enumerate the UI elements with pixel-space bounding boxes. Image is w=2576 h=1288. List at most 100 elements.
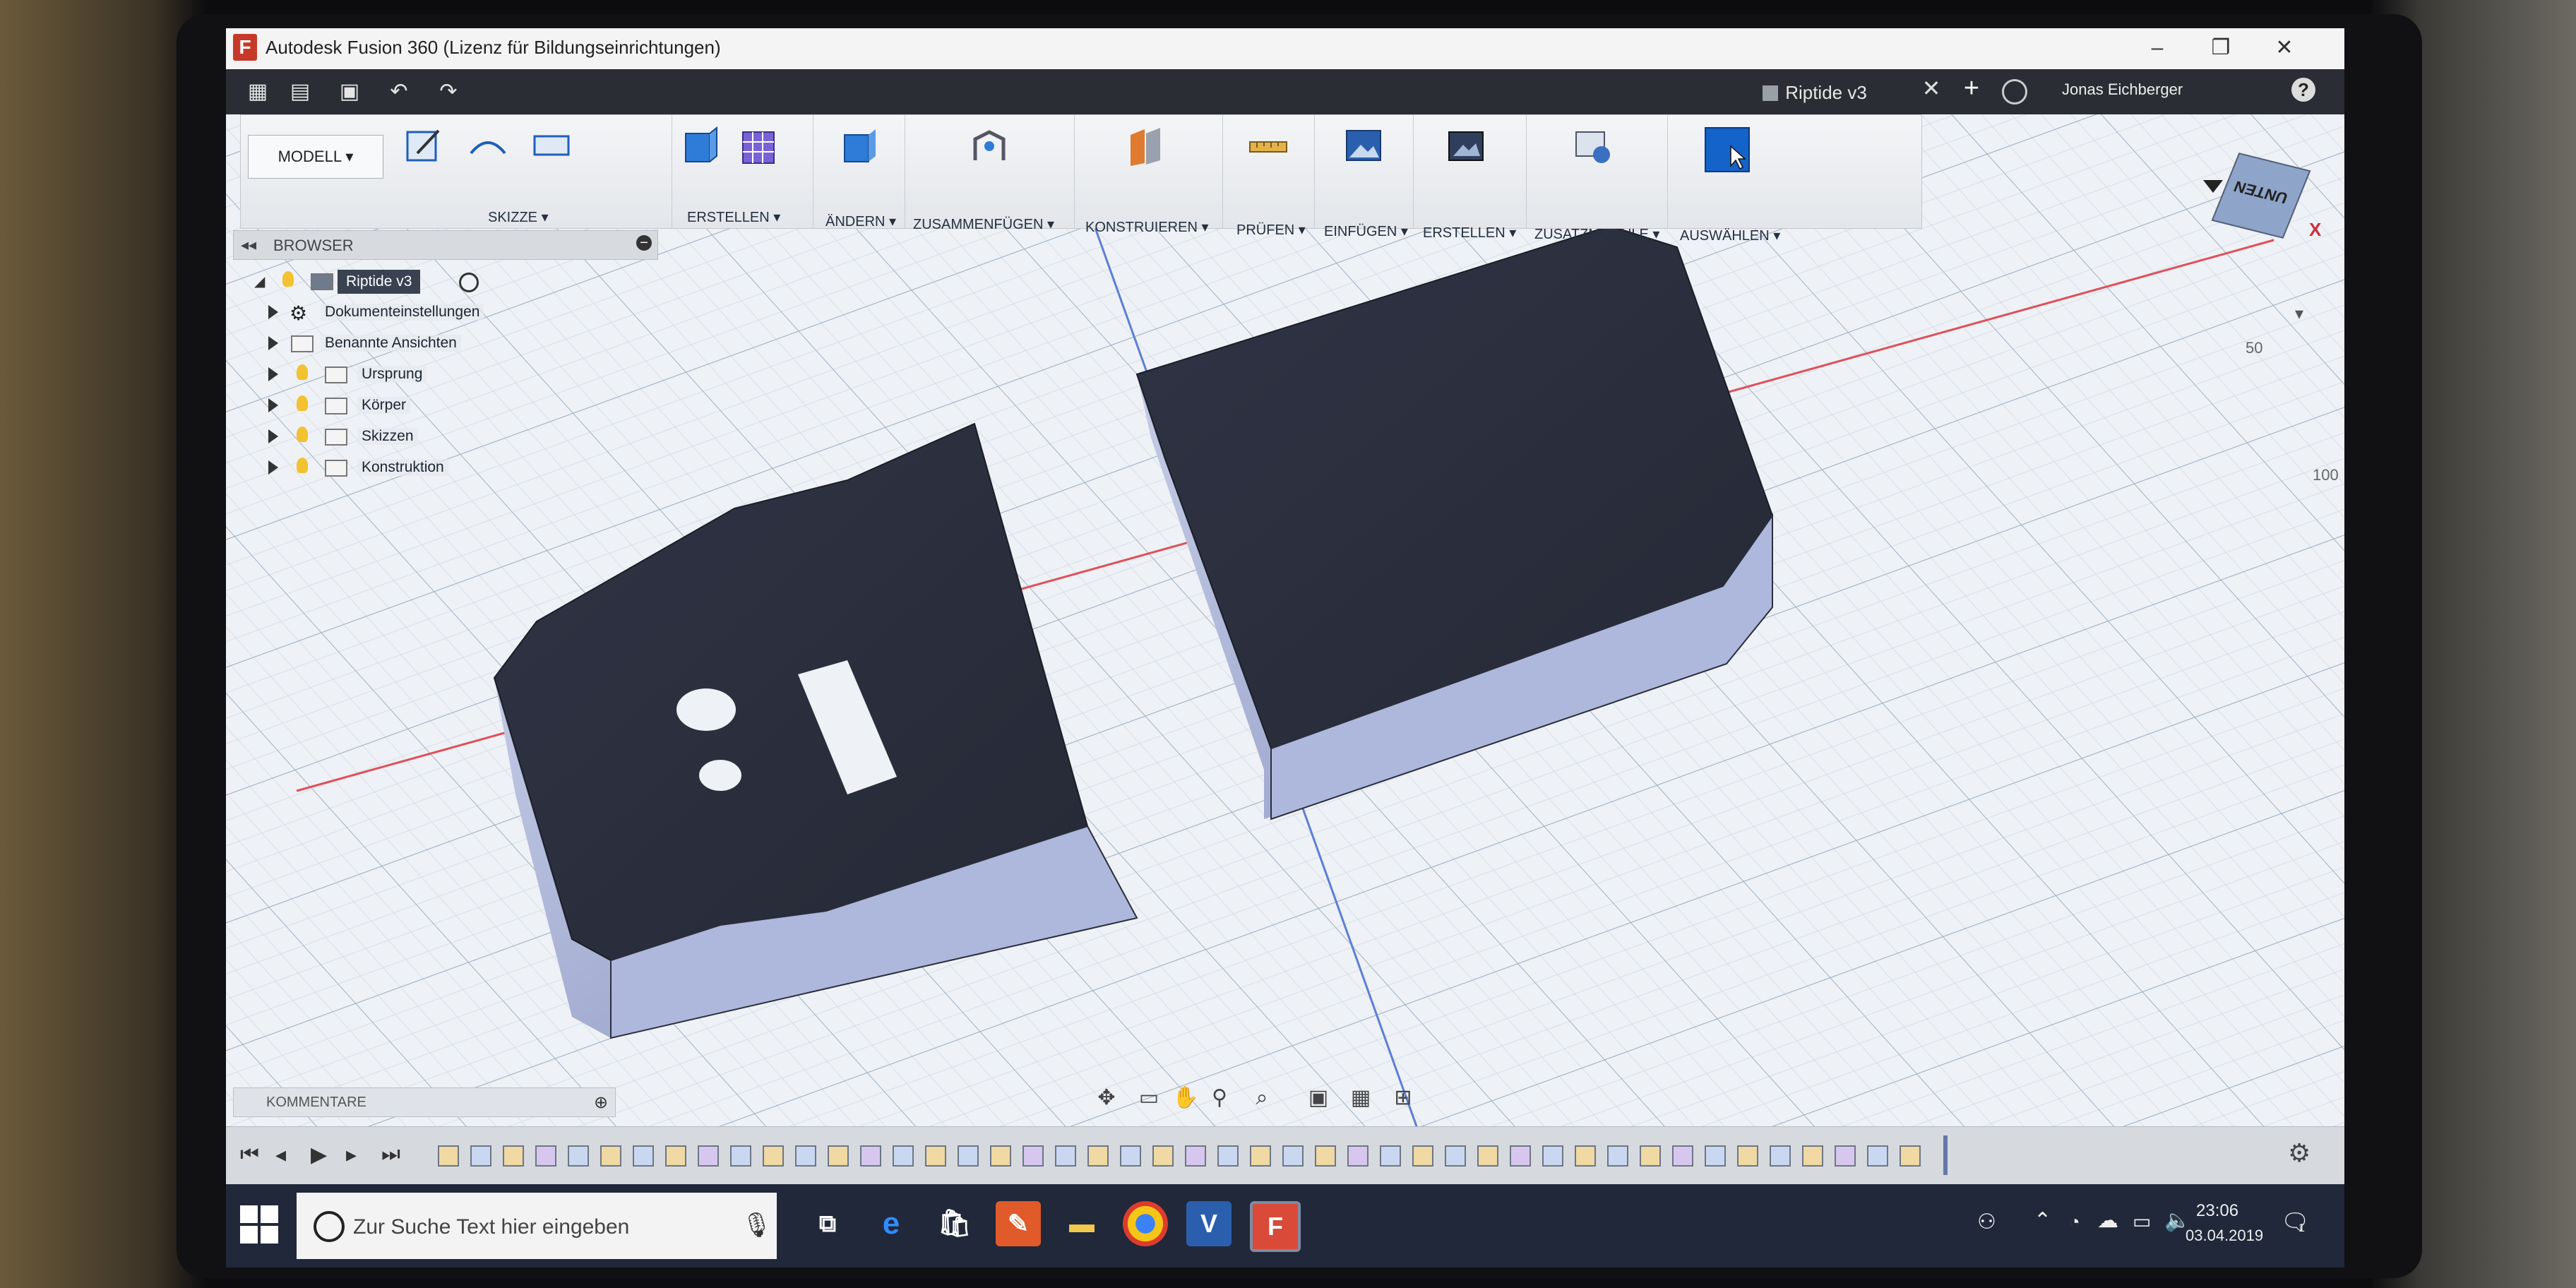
ribbon-group-select[interactable]: AUSWÄHLEN ▾: [1667, 115, 1794, 244]
look-at-icon[interactable]: ▭: [1137, 1086, 1161, 1110]
timeline-feature[interactable]: [503, 1145, 524, 1167]
timeline-feature[interactable]: [1770, 1145, 1791, 1167]
collapse-panel-icon[interactable]: ◂◂: [241, 236, 256, 254]
timeline-feature[interactable]: [568, 1145, 589, 1167]
user-name[interactable]: Jonas Eichberger: [2062, 80, 2183, 99]
timeline-feature[interactable]: [1835, 1145, 1856, 1167]
timeline-feature[interactable]: [1900, 1145, 1921, 1167]
select-cursor-icon[interactable]: [1703, 125, 1752, 174]
ribbon-group-addins[interactable]: ZUSATZMODULE ▾: [1526, 115, 1668, 242]
workspace-mode-dropdown[interactable]: MODELL ▾: [248, 135, 383, 179]
restore-button[interactable]: ❐: [2196, 31, 2246, 65]
timeline-feature[interactable]: [1185, 1145, 1206, 1167]
timeline-feature[interactable]: [1867, 1145, 1888, 1167]
timeline-feature[interactable]: [1607, 1145, 1628, 1167]
pan-hand-icon[interactable]: ✋: [1172, 1086, 1198, 1110]
ribbon-group-sketch[interactable]: SKIZZE ▾: [389, 115, 672, 228]
measure-icon[interactable]: [1247, 125, 1289, 167]
timeline-feature[interactable]: [535, 1145, 556, 1167]
timeline-feature[interactable]: [730, 1145, 751, 1167]
offset-plane-icon[interactable]: [1123, 125, 1166, 167]
timeline-feature[interactable]: [1217, 1145, 1239, 1167]
timeline-feature[interactable]: [1542, 1145, 1563, 1167]
rectangle-tool-icon[interactable]: [530, 125, 573, 167]
new-tab-plus-icon[interactable]: +: [1956, 73, 1987, 104]
timeline-feature[interactable]: [1575, 1145, 1596, 1167]
timeline-feature[interactable]: [1445, 1145, 1466, 1167]
timeline-feature[interactable]: [600, 1145, 621, 1167]
timeline-feature[interactable]: [893, 1145, 914, 1167]
timeline-feature[interactable]: [990, 1145, 1011, 1167]
browser-panel-header[interactable]: ◂◂ BROWSER −: [233, 230, 658, 260]
timeline-feature[interactable]: [1802, 1145, 1823, 1167]
ribbon-group-modify[interactable]: ÄNDERN ▾: [813, 115, 905, 229]
onedrive-cloud-icon[interactable]: ☁: [2097, 1208, 2118, 1233]
orbit-icon[interactable]: ✥: [1095, 1086, 1119, 1110]
render-icon[interactable]: [1445, 125, 1487, 167]
microphone-icon[interactable]: 🎙: [741, 1211, 772, 1239]
close-window-button[interactable]: ✕: [2260, 31, 2309, 65]
tree-item-sketches[interactable]: Skizzen: [268, 422, 692, 451]
insert-image-icon[interactable]: [1342, 125, 1385, 167]
tree-item-named-views[interactable]: Benannte Ansichten: [268, 329, 692, 357]
timeline-feature[interactable]: [665, 1145, 686, 1167]
timeline-settings-gear-icon[interactable]: ⚙: [2288, 1138, 2310, 1168]
visibility-bulb-icon[interactable]: [297, 364, 308, 380]
timeline-marker[interactable]: [1943, 1135, 1948, 1175]
timeline-next-icon[interactable]: ▸: [346, 1143, 357, 1167]
viewports-icon[interactable]: ⊞: [1391, 1086, 1415, 1110]
timeline-feature[interactable]: [1477, 1145, 1498, 1167]
timeline-feature[interactable]: [763, 1145, 784, 1167]
undo-icon[interactable]: ↶: [381, 76, 417, 107]
timeline-feature[interactable]: [698, 1145, 719, 1167]
visibility-bulb-icon[interactable]: [282, 271, 294, 287]
ribbon-group-make[interactable]: ERSTELLEN ▾: [1413, 115, 1527, 241]
timeline-feature[interactable]: [1510, 1145, 1531, 1167]
expand-arrow-icon[interactable]: [268, 367, 278, 381]
expand-arrow-icon[interactable]: [268, 429, 278, 443]
people-icon[interactable]: ⚇: [1977, 1210, 1996, 1234]
ribbon-group-inspect[interactable]: PRÜFEN ▾: [1222, 115, 1315, 238]
timeline-feature[interactable]: [1737, 1145, 1758, 1167]
ribbon-group-assemble[interactable]: ZUSAMMENFÜGEN ▾: [905, 115, 1075, 232]
pattern-icon[interactable]: [739, 125, 781, 167]
scripts-addins-icon[interactable]: [1572, 125, 1614, 167]
timeline-prev-icon[interactable]: ◂: [275, 1143, 286, 1167]
ribbon-group-create[interactable]: ERSTELLEN ▾: [672, 115, 813, 228]
timeline-feature[interactable]: [1022, 1145, 1044, 1167]
timeline-feature[interactable]: [795, 1145, 816, 1167]
action-center-icon[interactable]: 🗨: [2281, 1208, 2310, 1235]
task-view-icon[interactable]: ⧉: [805, 1201, 850, 1246]
fit-zoom-icon[interactable]: ⌕: [1250, 1086, 1274, 1110]
timeline-feature[interactable]: [828, 1145, 849, 1167]
app-icon[interactable]: ✎: [996, 1201, 1041, 1246]
add-comment-icon[interactable]: ⊕: [594, 1092, 608, 1113]
line-tool-icon[interactable]: [467, 125, 509, 167]
save-icon[interactable]: ▣: [332, 76, 367, 107]
timeline-feature[interactable]: [1055, 1145, 1076, 1167]
ribbon-group-construct[interactable]: KONSTRUIEREN ▾: [1074, 115, 1223, 235]
timeline-feature[interactable]: [1412, 1145, 1433, 1167]
timeline-feature[interactable]: [1672, 1145, 1693, 1167]
activate-radio-icon[interactable]: [459, 273, 479, 292]
show-hidden-icons-icon[interactable]: ⌃: [2034, 1208, 2051, 1233]
viewcube-menu-icon[interactable]: ▾: [2295, 304, 2303, 324]
create-sketch-icon[interactable]: [403, 125, 446, 167]
taskbar-search-box[interactable]: Zur Suche Text hier eingeben 🎙: [297, 1193, 777, 1259]
home-view-icon[interactable]: [2203, 180, 2223, 193]
display-settings-icon[interactable]: ▣: [1306, 1086, 1330, 1110]
clock-date[interactable]: 03.04.2019: [2186, 1227, 2263, 1245]
minimize-button[interactable]: –: [2133, 31, 2182, 65]
timeline-last-icon[interactable]: ⏭: [381, 1143, 400, 1167]
timeline-feature[interactable]: [1152, 1145, 1174, 1167]
job-status-clock-icon[interactable]: [2002, 79, 2027, 105]
help-icon[interactable]: ?: [2291, 78, 2315, 102]
close-tab-icon[interactable]: ✕: [1917, 75, 1945, 102]
timeline-feature[interactable]: [1380, 1145, 1401, 1167]
visibility-bulb-icon[interactable]: [297, 458, 308, 473]
timeline-feature[interactable]: [470, 1145, 491, 1167]
data-panel-grid-icon[interactable]: ▦: [240, 76, 275, 107]
comments-bar[interactable]: KOMMENTARE ⊕: [233, 1087, 616, 1117]
timeline-feature[interactable]: [438, 1145, 459, 1167]
tree-item-bodies[interactable]: Körper: [268, 391, 692, 419]
